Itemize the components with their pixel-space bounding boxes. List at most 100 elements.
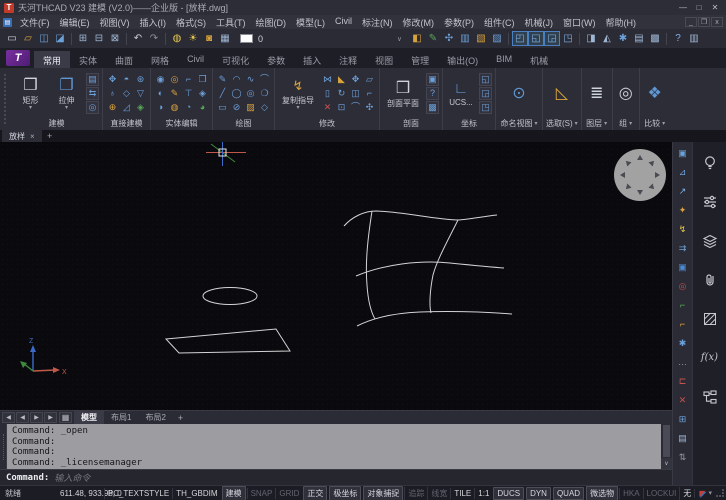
- ucs-tool-icon[interactable]: ◲: [479, 87, 492, 100]
- chevron-down-icon[interactable]: ▾: [65, 106, 68, 111]
- draw-tool-icon[interactable]: ◎: [244, 87, 257, 100]
- status-toggle[interactable]: 无: [679, 487, 694, 500]
- ribbon-tab[interactable]: 常用: [34, 51, 70, 68]
- last-layout-button[interactable]: ▶: [44, 412, 57, 423]
- scrollbar-thumb[interactable]: [663, 425, 670, 457]
- status-toggle[interactable]: 极坐标: [329, 486, 361, 500]
- pipe-fitting-icon[interactable]: ⊞: [676, 412, 690, 426]
- plot-preview-icon[interactable]: ⊟: [91, 31, 107, 46]
- ok-box-icon[interactable]: ▣: [676, 260, 690, 274]
- status-toggle[interactable]: 线宽: [427, 487, 450, 500]
- ribbon-tab[interactable]: 网格: [142, 51, 178, 68]
- more-dots-icon[interactable]: …: [676, 355, 690, 369]
- raster-image-icon[interactable]: ▣: [676, 146, 690, 160]
- chevron-down-icon[interactable]: ▾: [662, 120, 665, 127]
- gear-tools-icon[interactable]: ✱: [676, 336, 690, 350]
- layout-tab[interactable]: 布局1: [104, 411, 138, 424]
- new-file-icon[interactable]: ▭: [4, 31, 20, 46]
- layer-combo-box[interactable]: 0 ∨: [237, 32, 405, 46]
- print-icon[interactable]: ▥: [686, 31, 702, 46]
- menu-item[interactable]: 参数(P): [439, 16, 479, 29]
- annotation-tray-icon[interactable]: ◤: [699, 489, 705, 498]
- eraser-icon[interactable]: ◭: [599, 31, 615, 46]
- section-tool-icon[interactable]: ▩: [426, 101, 439, 114]
- layers-icon[interactable]: [701, 232, 718, 249]
- layer-print-icon[interactable]: ▦: [217, 31, 233, 46]
- status-toggle[interactable]: 微选物: [586, 486, 618, 500]
- modify-tool-icon[interactable]: ✣: [363, 101, 376, 114]
- menu-item[interactable]: 绘图(D): [251, 16, 292, 29]
- menu-item[interactable]: 视图(V): [95, 16, 135, 29]
- draw-tool-icon[interactable]: ◇: [258, 101, 271, 114]
- mdi-close-button[interactable]: x: [711, 17, 723, 27]
- menu-item[interactable]: 模型(L): [291, 16, 330, 29]
- direct-modeling-tool-icon[interactable]: ✥: [106, 73, 119, 86]
- center-target-icon[interactable]: ◎: [676, 279, 690, 293]
- mdi-minimize-button[interactable]: _: [685, 17, 697, 27]
- layer-bulb-icon[interactable]: ◍: [169, 31, 185, 46]
- direct-modeling-tool-icon[interactable]: ◈: [134, 101, 147, 114]
- ribbon-tab[interactable]: 视图: [366, 51, 402, 68]
- settings-gear-icon[interactable]: ✱: [615, 31, 631, 46]
- section-tool-icon[interactable]: ▣: [426, 73, 439, 86]
- named-views-button[interactable]: ⊙: [499, 84, 539, 103]
- modeling-tool-icon[interactable]: ⇆: [86, 87, 99, 100]
- draw-tool-icon[interactable]: ✎: [216, 73, 229, 86]
- quick-view-icon[interactable]: ▦: [59, 412, 72, 423]
- modify-tool-icon[interactable]: ◫: [349, 87, 362, 100]
- menu-item[interactable]: 编辑(E): [55, 16, 95, 29]
- modeling-tool-icon[interactable]: ▤: [86, 73, 99, 86]
- menu-item[interactable]: Civil: [330, 16, 357, 29]
- layout-tab[interactable]: 布局2: [138, 411, 172, 424]
- save-as-icon[interactable]: ◪: [52, 31, 68, 46]
- modify-tool-icon[interactable]: ⋈: [321, 73, 334, 86]
- ucs-button[interactable]: ∟ UCS...: [446, 80, 476, 107]
- solid-edit-tool-icon[interactable]: ❒: [196, 73, 209, 86]
- thcad-logo-icon[interactable]: T: [6, 50, 30, 66]
- ribbon-tab[interactable]: 管理: [402, 51, 438, 68]
- view-cube-icon[interactable]: ◳: [560, 31, 576, 46]
- draw-tool-icon[interactable]: ❍: [258, 87, 271, 100]
- corner-trim-icon[interactable]: ⌐: [676, 298, 690, 312]
- direct-modeling-tool-icon[interactable]: ◿: [120, 101, 133, 114]
- modify-tool-icon[interactable]: ↻: [335, 87, 348, 100]
- form-icon[interactable]: ▤: [631, 31, 647, 46]
- draw-tool-icon[interactable]: ◯: [230, 87, 243, 100]
- command-history[interactable]: Command: _openCommand:Command:Command: _…: [7, 424, 661, 469]
- redo-icon[interactable]: ↷: [146, 31, 162, 46]
- layer-freeze-icon[interactable]: ▧: [473, 31, 489, 46]
- layers-button[interactable]: ≣: [585, 84, 609, 103]
- modify-tool-icon[interactable]: ⌒: [349, 101, 362, 114]
- solid-edit-tool-icon[interactable]: ◎: [168, 73, 181, 86]
- status-toggle[interactable]: 对象捕捉: [363, 486, 403, 500]
- status-toggle[interactable]: GRID: [275, 488, 302, 499]
- menu-item[interactable]: 格式(S): [171, 16, 211, 29]
- navigation-sphere[interactable]: [614, 149, 666, 201]
- direct-modeling-tool-icon[interactable]: ⊕: [106, 101, 119, 114]
- document-tab[interactable]: 放样 ×: [2, 130, 42, 142]
- sliders-icon[interactable]: [701, 193, 718, 210]
- image-icon[interactable]: ▩: [647, 31, 663, 46]
- menu-item[interactable]: 机械(J): [520, 16, 559, 29]
- undo-icon[interactable]: ↶: [130, 31, 146, 46]
- chevron-down-icon[interactable]: ∨: [397, 35, 402, 43]
- menu-item[interactable]: 插入(I): [135, 16, 172, 29]
- chevron-down-icon[interactable]: ▾: [575, 120, 578, 127]
- chevron-down-icon[interactable]: ▾: [29, 106, 32, 111]
- draw-tool-icon[interactable]: ∿: [244, 73, 257, 86]
- close-icon[interactable]: ×: [30, 132, 35, 141]
- expression-fx-icon[interactable]: f(x): [701, 349, 718, 366]
- command-panel-grip[interactable]: [0, 424, 7, 469]
- chevron-down-icon[interactable]: ▾: [604, 120, 607, 127]
- direct-modeling-tool-icon[interactable]: ◇: [120, 87, 133, 100]
- magic-wand-icon[interactable]: ✦: [676, 203, 690, 217]
- status-toggle[interactable]: LOCKUI: [643, 488, 680, 499]
- fill-tool-icon[interactable]: ◧: [409, 31, 425, 46]
- draw-tool-icon[interactable]: ⌒: [258, 73, 271, 86]
- open-file-icon[interactable]: ▱: [20, 31, 36, 46]
- plane-entity[interactable]: [166, 329, 290, 353]
- solid-edit-tool-icon[interactable]: ◐: [154, 87, 167, 100]
- solid-edit-tool-icon[interactable]: ◉: [154, 73, 167, 86]
- modify-tool-icon[interactable]: ⌐: [363, 87, 376, 100]
- direct-modeling-tool-icon[interactable]: ⊛: [134, 73, 147, 86]
